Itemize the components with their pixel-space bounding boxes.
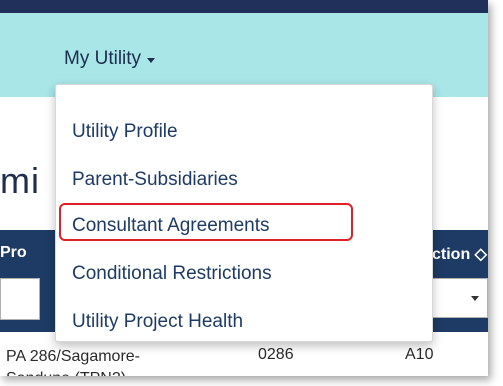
project-name-line: Sandune (TPN2) [6,368,140,376]
column-header-project[interactable]: Pro [0,244,27,262]
top-strip [0,0,488,13]
my-utility-menu-toggle[interactable]: My Utility [64,48,156,70]
project-name-line: PA 286/Sagamore- [6,348,141,365]
caret-down-icon [471,296,479,301]
app-window: My Utility mi Pro ction ◇ PA 286/Sagamor… [0,0,488,376]
my-utility-menu-label: My Utility [64,48,142,69]
menu-item-parent-subsidiaries[interactable]: Parent-Subsidiaries [72,169,238,191]
project-filter-input[interactable] [0,278,40,320]
menu-item-utility-profile[interactable]: Utility Profile [72,121,178,143]
project-name-cell: PA 286/Sagamore- Sandune (TPN2) [6,346,140,376]
page-heading: mi [0,160,40,201]
my-utility-dropdown: Utility Profile Parent-Subsidiaries Cons… [55,84,433,342]
project-code-cell: 0286 [258,346,294,363]
column-header-section[interactable]: ction ◇ [432,244,487,264]
caret-down-icon [147,57,156,63]
menu-item-consultant-agreements[interactable]: Consultant Agreements [72,215,270,237]
menu-item-utility-project-health[interactable]: Utility Project Health [72,311,243,333]
menu-item-conditional-restrictions[interactable]: Conditional Restrictions [72,263,272,285]
region-cell: A10 [405,346,434,363]
table-row[interactable]: PA 286/Sagamore- Sandune (TPN2) 0286 A10 [0,336,488,376]
